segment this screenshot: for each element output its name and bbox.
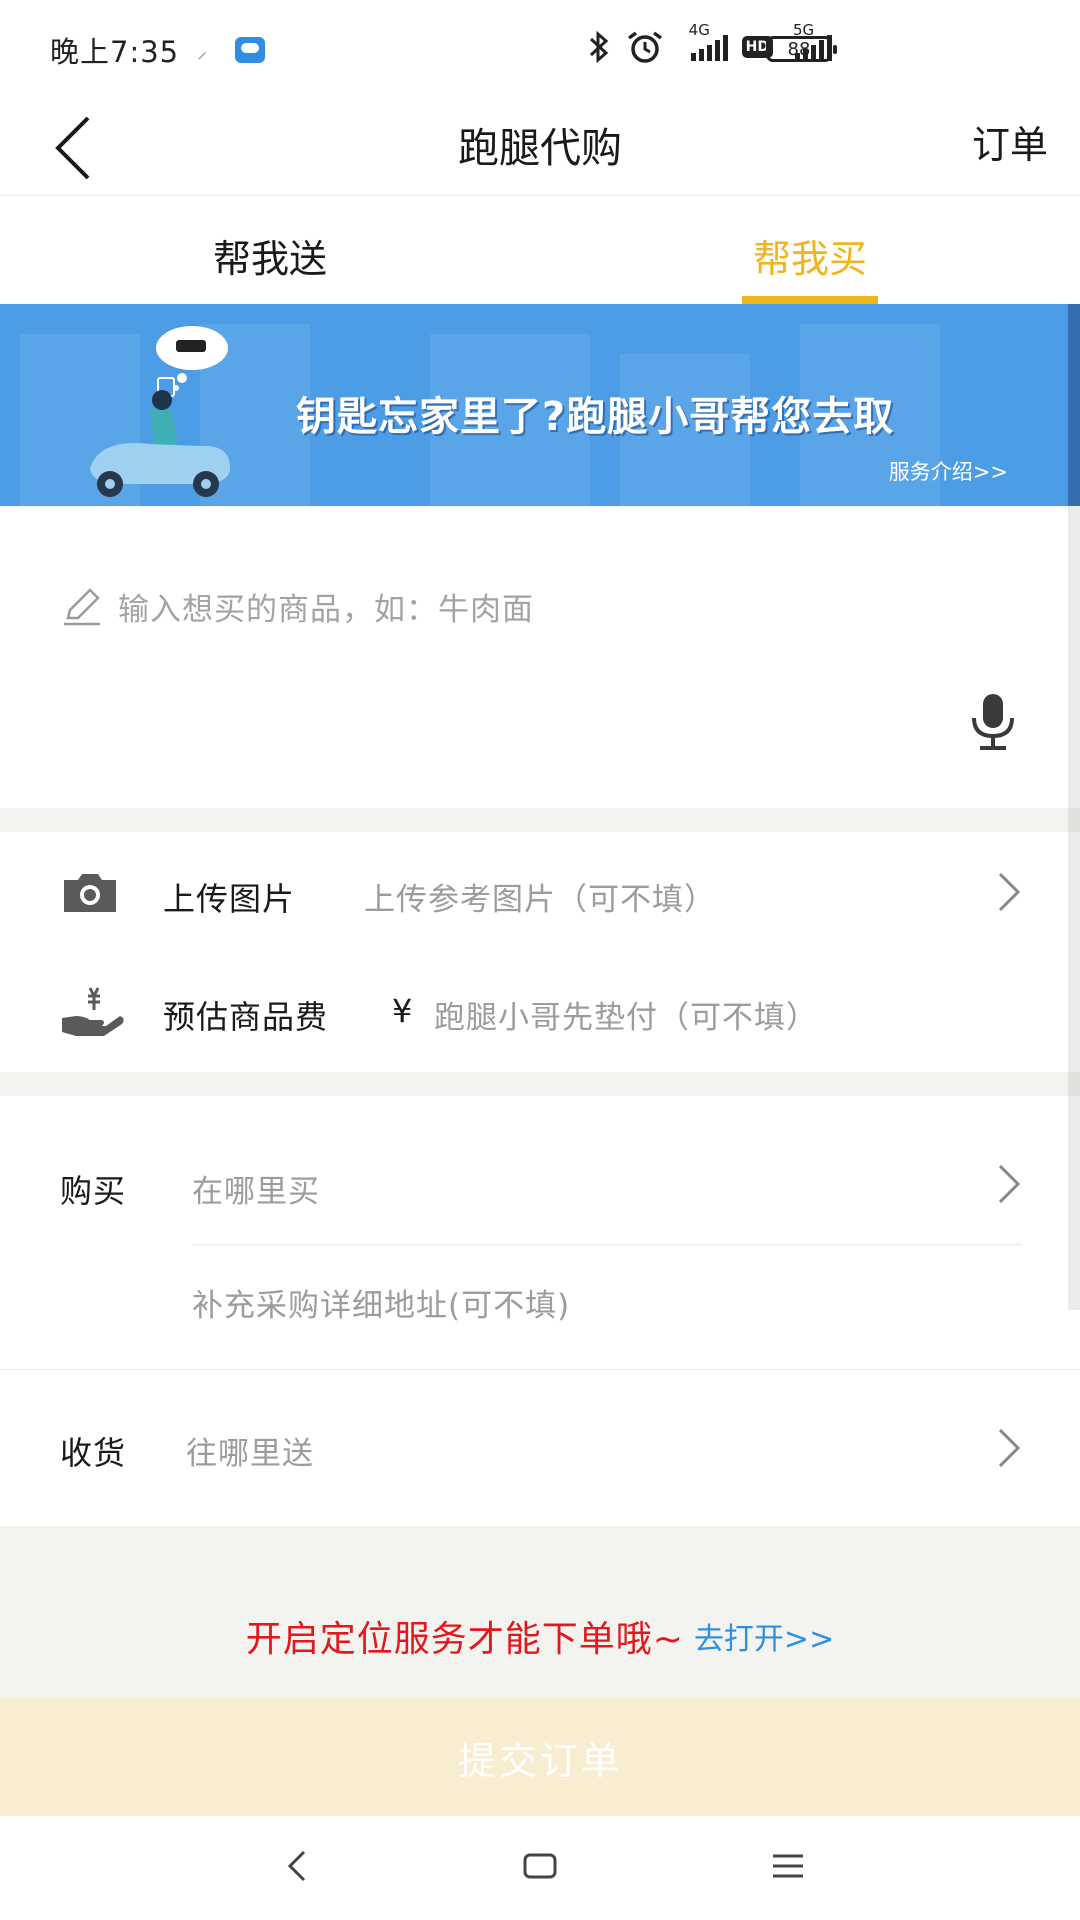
chevron-right-icon [998, 1428, 1021, 1468]
tab-bar: 帮我送 帮我买 [0, 196, 1080, 304]
banner-scrollbar [1068, 304, 1080, 506]
upload-image-label: 上传图片 [163, 880, 296, 918]
bluetooth-icon [589, 30, 608, 64]
purchase-location-input[interactable]: 在哪里买 [192, 1166, 320, 1211]
orders-button[interactable]: 订单 [972, 114, 1048, 169]
product-input-placeholder[interactable]: 输入想买的商品，如：牛肉面 [118, 584, 534, 629]
delivery-location-input[interactable]: 往哪里送 [186, 1428, 314, 1473]
courier-scooter-illustration [90, 326, 230, 497]
alarm-icon [627, 31, 662, 63]
location-service-notice: 开启定位服务才能下单哦~ 去打开>> [0, 1574, 1080, 1698]
section-divider [0, 808, 1080, 832]
delivery-location-row[interactable]: 收货 往哪里送 [0, 1370, 1080, 1526]
promo-banner[interactable]: 钥匙忘家里了?跑腿小哥帮您去取 服务介绍>> [0, 304, 1080, 506]
hand-money-icon [62, 987, 124, 1036]
open-location-link[interactable]: 去打开>> [694, 1614, 834, 1658]
section-divider [0, 1072, 1080, 1096]
purchase-location-section: 购买 在哪里买 补充采购详细地址(可不填) [0, 1096, 1080, 1370]
tab-help-send[interactable]: 帮我送 [0, 196, 540, 304]
chevron-right-icon [998, 872, 1021, 912]
battery-level: 88 [787, 38, 811, 60]
notification-dot-icon: ⸝ [197, 38, 208, 63]
currency-symbol: ¥ [392, 992, 414, 1030]
pencil-icon [64, 588, 100, 626]
battery-icon: 88 [766, 36, 837, 62]
status-time: 晚上7:35 [50, 35, 180, 69]
service-intro-link[interactable]: 服务介绍>> [889, 456, 1008, 486]
microphone-icon[interactable] [968, 692, 1018, 752]
estimated-fee-input[interactable]: 跑腿小哥先垫付（可不填） [434, 992, 818, 1037]
camera-icon [64, 874, 116, 912]
page-title: 跑腿代购 [458, 124, 622, 172]
nav-back-icon[interactable] [282, 1848, 312, 1884]
app-notification-icon [235, 37, 266, 63]
top-app-bar: 跑腿代购 订单 [0, 100, 1080, 196]
product-input-area[interactable]: 输入想买的商品，如：牛肉面 [0, 506, 1080, 808]
estimated-fee-label: 预估商品费 [163, 998, 329, 1036]
banner-headline: 钥匙忘家里了?跑腿小哥帮您去取 [296, 394, 895, 440]
chevron-right-icon[interactable] [996, 1162, 1022, 1206]
upload-image-row[interactable]: 上传图片 上传参考图片（可不填） [0, 832, 1080, 952]
estimated-fee-row[interactable]: 预估商品费 ¥ 跑腿小哥先垫付（可不填） [0, 952, 1080, 1072]
location-warning-text: 开启定位服务才能下单哦~ [245, 1619, 684, 1660]
system-navigation-bar [0, 1816, 1080, 1920]
status-bar: 晚上7:35 ⸝ 4G HD 5G 88 [0, 0, 1080, 100]
upload-image-hint: 上传参考图片（可不填） [364, 882, 716, 918]
delivery-label: 收货 [60, 1434, 127, 1472]
tab-help-buy[interactable]: 帮我买 [540, 196, 1080, 304]
submit-order-button[interactable]: 提交订单 [0, 1698, 1080, 1816]
purchase-label: 购买 [60, 1172, 127, 1210]
purchase-detail-address-input[interactable]: 补充采购详细地址(可不填) [192, 1280, 570, 1325]
field-divider [192, 1244, 1022, 1245]
section-divider [0, 1526, 1080, 1574]
nav-menu-icon[interactable] [770, 1848, 806, 1884]
page-scrollbar[interactable] [1068, 506, 1080, 1310]
nav-home-icon[interactable] [522, 1848, 558, 1884]
network-4g-label: 4G [688, 21, 710, 39]
signal-4g-icon: 4G [689, 21, 728, 61]
